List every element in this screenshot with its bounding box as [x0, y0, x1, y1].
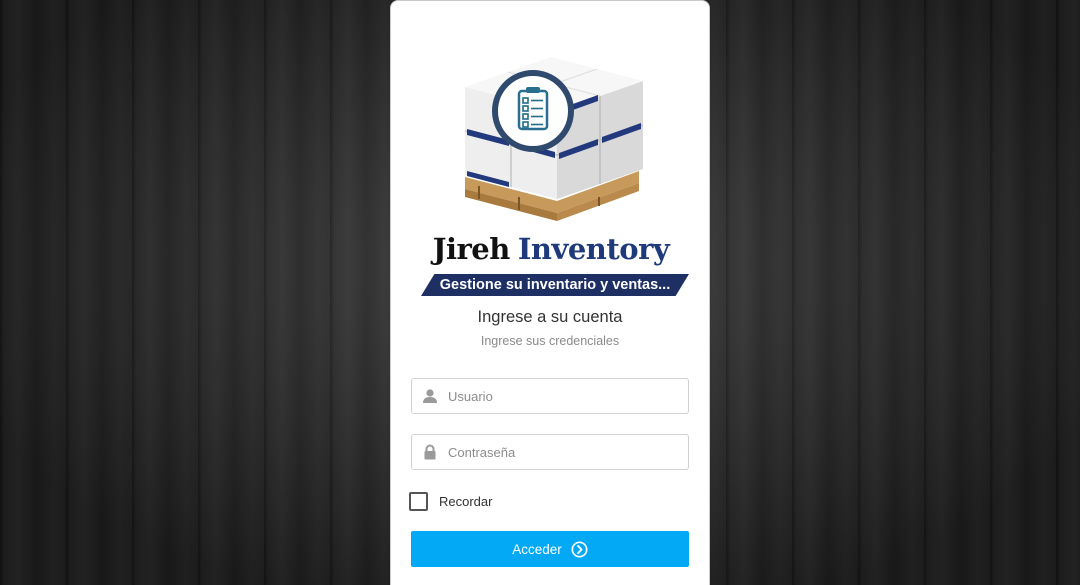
- login-card: Jireh Inventory Gestione su inventario y…: [390, 0, 710, 585]
- lock-icon: [424, 444, 436, 460]
- login-button[interactable]: Acceder: [411, 531, 689, 567]
- chevron-right-circle-icon: [571, 540, 588, 558]
- username-input[interactable]: [448, 379, 682, 413]
- brand-name-part2: Inventory: [517, 232, 670, 266]
- login-subtitle: Ingrese sus credenciales: [480, 334, 620, 348]
- password-field[interactable]: [411, 434, 689, 470]
- remember-label: Recordar: [439, 493, 493, 509]
- brand-tagline: Gestione su inventario y ventas...: [421, 274, 689, 296]
- inventory-pallet-illustration: [464, 57, 644, 221]
- login-title: Ingrese a su cuenta: [477, 308, 623, 326]
- remember-checkbox[interactable]: [409, 491, 428, 511]
- password-input[interactable]: [448, 435, 682, 469]
- login-button-label: Acceder: [512, 541, 562, 557]
- brand-name-part1: Jireh: [432, 232, 511, 266]
- username-field[interactable]: [411, 378, 689, 414]
- user-icon: [423, 389, 437, 403]
- brand-logo: Jireh Inventory: [415, 229, 687, 269]
- remember-me[interactable]: Recordar: [409, 491, 492, 511]
